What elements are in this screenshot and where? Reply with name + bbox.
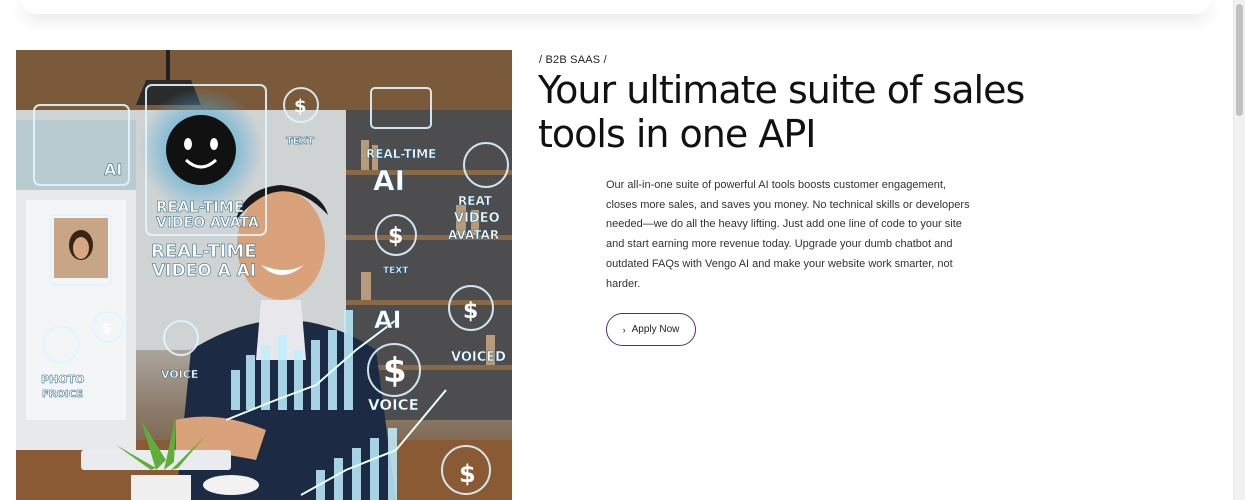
label-realtime-2: REAL-TIME <box>151 241 257 262</box>
label-realtime-1: REAL-TIME <box>156 198 244 216</box>
label-video-avatar-1: VIDEO AVATA <box>156 215 259 231</box>
label-voice-lower: VOICE <box>368 396 419 414</box>
scrollbar-thumb[interactable] <box>1236 4 1243 116</box>
chevron-right-icon: › <box>622 324 626 335</box>
svg-text:$: $ <box>383 351 407 391</box>
hero-image: $ $ $ $ $ $ AI TEXT REAL-TIME VIDEO AVAT… <box>16 50 512 500</box>
label-voiced: VOICED <box>451 350 506 365</box>
page-scrollbar[interactable] <box>1233 0 1245 500</box>
label-froice: FROICE <box>42 389 83 400</box>
page-title: Your ultimate suite of sales tools in on… <box>538 68 1025 156</box>
apply-now-label: Apply Now <box>631 324 680 335</box>
svg-text:$: $ <box>463 299 478 324</box>
svg-text:$: $ <box>388 224 403 249</box>
svg-text:$: $ <box>459 460 476 488</box>
label-reat: REAT <box>458 194 493 208</box>
hero-illustration: $ $ $ $ $ $ AI TEXT REAL-TIME VIDEO AVAT… <box>16 50 512 500</box>
label-ai-right: AI <box>373 164 405 197</box>
label-realtime-right: REAL-TIME <box>366 147 436 161</box>
label-voice-center: VOICE <box>161 368 198 381</box>
svg-text:$: $ <box>102 321 112 337</box>
hero-description: Our all-in-one suite of powerful AI tool… <box>606 179 970 290</box>
label-video: VIDEO <box>454 211 500 226</box>
label-video-ai: VIDEO A AI <box>152 261 256 281</box>
label-ai-lower: AI <box>374 306 402 334</box>
eyebrow-tag: / B2B SAAS / <box>539 54 607 66</box>
label-text-top: TEXT <box>286 136 314 147</box>
label-ai-left: AI <box>104 160 122 179</box>
top-nav-bar <box>22 0 1210 14</box>
label-avatar: AVATAR <box>448 228 499 242</box>
svg-text:$: $ <box>294 96 307 117</box>
apply-now-button[interactable]: › Apply Now <box>606 313 696 346</box>
label-photo: PHOTO <box>41 373 84 386</box>
label-text-small: TEXT <box>383 266 409 276</box>
